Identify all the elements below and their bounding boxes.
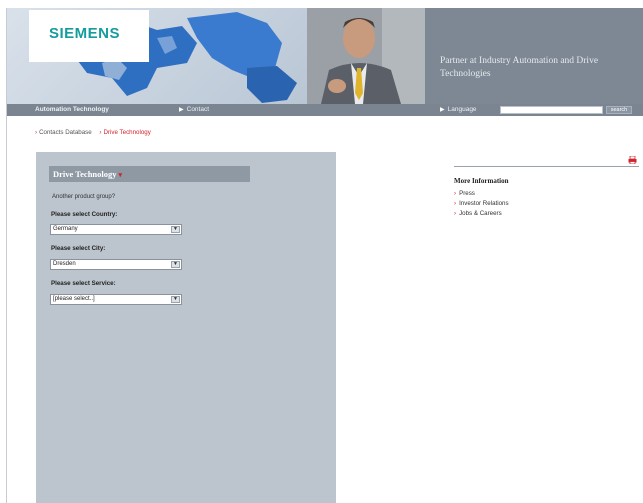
arrow-icon: ▶ — [440, 107, 445, 113]
city-select-value: Dresden — [53, 261, 76, 267]
nav-contact-label: Contact — [186, 106, 210, 113]
country-label: Please select Country: — [51, 211, 118, 218]
panel-title[interactable]: Drive Technology ▾ — [49, 166, 250, 182]
dropdown-caret-icon[interactable]: ▼ — [171, 226, 180, 233]
panel-title-text: Drive Technology — [53, 169, 117, 179]
arrow-icon: › — [35, 129, 38, 136]
another-product-group-link[interactable]: Another product group? — [52, 194, 115, 200]
arrow-icon: › — [454, 200, 457, 207]
country-select[interactable]: Germany ▼ — [50, 224, 182, 235]
arrow-icon: › — [454, 190, 457, 197]
nav-contact-link[interactable]: ▶ Contact — [179, 105, 209, 115]
site-header: SIEMENS Partner at Industry Automation a… — [7, 8, 643, 104]
service-select[interactable]: [please select..] ▼ — [50, 294, 182, 305]
city-select[interactable]: Dresden ▼ — [50, 259, 182, 270]
link-investor-relations[interactable]: › Investor Relations — [454, 200, 509, 207]
link-jobs-careers[interactable]: › Jobs & Careers — [454, 210, 502, 217]
businessman-photo — [307, 8, 425, 104]
link-jobs-careers-label: Jobs & Careers — [459, 210, 502, 217]
print-icon[interactable] — [628, 156, 637, 164]
nav-language-link[interactable]: ▶ Language — [440, 105, 477, 115]
arrow-icon: › — [454, 210, 457, 217]
header-tagline: Partner at Industry Automation and Drive… — [440, 56, 599, 79]
logo-box[interactable]: SIEMENS — [29, 10, 149, 62]
service-select-value: [please select..] — [53, 296, 95, 302]
link-investor-relations-label: Investor Relations — [459, 200, 509, 207]
country-select-value: Germany — [53, 226, 78, 232]
nav-language-label: Language — [447, 106, 477, 113]
service-label: Please select Service: — [51, 280, 116, 287]
link-press[interactable]: › Press — [454, 190, 475, 197]
link-press-label: Press — [459, 190, 475, 197]
arrow-icon: › — [99, 129, 102, 136]
more-information-heading: More Information — [454, 177, 509, 185]
dropdown-caret-icon[interactable]: ▼ — [171, 261, 180, 268]
city-label: Please select City: — [51, 245, 106, 252]
arrow-icon: ▶ — [179, 107, 184, 113]
search-input[interactable] — [500, 106, 603, 114]
breadcrumb-contacts-database[interactable]: Contacts Database — [39, 129, 92, 136]
tagline-area: Partner at Industry Automation and Drive… — [425, 8, 643, 104]
breadcrumb-drive-technology[interactable]: Drive Technology — [103, 129, 150, 136]
page-frame: SIEMENS Partner at Industry Automation a… — [6, 8, 643, 503]
search-button[interactable]: search — [606, 106, 632, 114]
nav-bar: Automation Technology ▶ Contact ▶ Language… — [7, 104, 643, 116]
contact-search-panel: Drive Technology ▾ Another product group?… — [36, 152, 336, 503]
nav-automation-technology[interactable]: Automation Technology — [35, 105, 109, 115]
dropdown-caret-icon[interactable]: ▼ — [171, 296, 180, 303]
chevron-down-icon[interactable]: ▾ — [119, 171, 123, 179]
siemens-logo[interactable]: SIEMENS — [49, 25, 120, 42]
breadcrumb: › Contacts Database › Drive Technology — [35, 129, 157, 136]
right-divider — [454, 166, 639, 167]
